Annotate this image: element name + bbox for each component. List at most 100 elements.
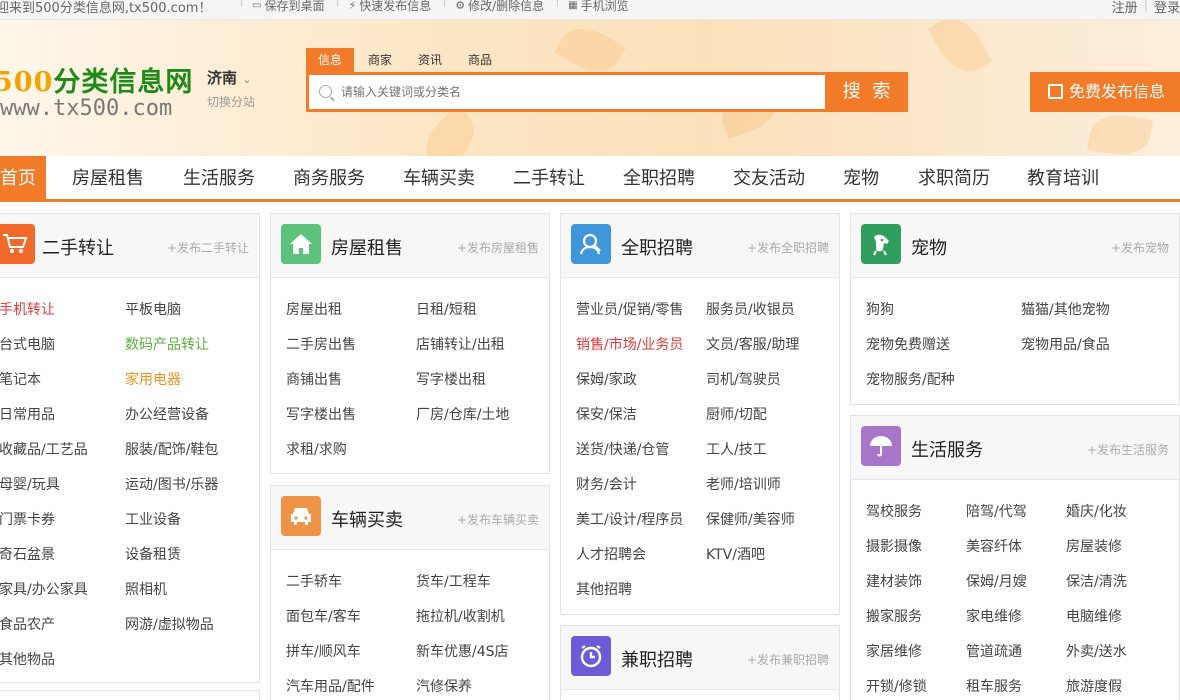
category-link[interactable]: 驾校服务	[866, 501, 922, 521]
category-link[interactable]: 保洁/清洗	[1066, 571, 1127, 591]
search-tab-merchant[interactable]: 商家	[356, 48, 404, 72]
post-link[interactable]: +发布宠物	[1111, 239, 1169, 256]
category-link[interactable]: 手机转让	[0, 299, 55, 319]
modify-delete-link[interactable]: ⚙ 修改/删除信息	[455, 0, 544, 14]
switch-city-link[interactable]: 切换分站	[207, 93, 255, 110]
category-link[interactable]: 司机/驾驶员	[706, 369, 781, 389]
category-link[interactable]: 送货/快递/仓管	[576, 439, 669, 459]
search-input[interactable]	[341, 81, 811, 103]
category-link[interactable]: 工人/技工	[706, 439, 767, 459]
category-link[interactable]: 日常用品	[0, 404, 55, 424]
category-link[interactable]: 笔记本	[0, 369, 41, 389]
category-link[interactable]: 设备租赁	[125, 544, 181, 564]
post-link[interactable]: +发布二手转让	[167, 239, 249, 256]
nav-secondhand[interactable]: 二手转让	[513, 156, 585, 199]
category-link[interactable]: 写字楼出租	[416, 369, 486, 389]
category-link[interactable]: 文员/客服/助理	[706, 334, 799, 354]
category-link[interactable]: 服务员/收银员	[706, 299, 795, 319]
category-link[interactable]: 数码产品转让	[125, 334, 209, 354]
category-link[interactable]: 汽修保养	[416, 676, 472, 696]
category-link[interactable]: 办公经营设备	[125, 404, 209, 424]
category-link[interactable]: 网游/虚拟物品	[125, 614, 214, 634]
category-link[interactable]: 汽车用品/配件	[286, 676, 375, 696]
category-link[interactable]: 二手轿车	[286, 571, 342, 591]
post-link[interactable]: +发布房屋租售	[457, 239, 539, 256]
category-link[interactable]: 摄影摄像	[866, 536, 922, 556]
category-link[interactable]: 求租/求购	[286, 439, 347, 459]
category-link[interactable]: 宠物用品/食品	[1021, 334, 1110, 354]
category-link[interactable]: 电脑维修	[1066, 606, 1122, 626]
category-link[interactable]: 门票卡券	[0, 509, 55, 529]
category-link[interactable]: 收藏品/工艺品	[0, 439, 88, 459]
category-link[interactable]: 工业设备	[125, 509, 181, 529]
category-link[interactable]: 台式电脑	[0, 334, 55, 354]
category-link[interactable]: 美容纤体	[966, 536, 1022, 556]
category-link[interactable]: 房屋装修	[1066, 536, 1122, 556]
save-desktop-link[interactable]: ▭ 保存到桌面	[252, 0, 324, 14]
category-link[interactable]: 拼车/顺风车	[286, 641, 361, 661]
category-link[interactable]: 食品农产	[0, 614, 55, 634]
category-link[interactable]: 销售/市场/业务员	[576, 334, 683, 354]
category-link[interactable]: 二手房出售	[286, 334, 356, 354]
publish-button[interactable]: 免费发布信息	[1030, 72, 1180, 112]
category-link[interactable]: 人才招聘会	[576, 544, 646, 564]
category-link[interactable]: 营业员/促销/零售	[576, 299, 683, 319]
category-link[interactable]: 租车服务	[966, 676, 1022, 696]
category-link[interactable]: 宠物免费赠送	[866, 334, 950, 354]
nav-education[interactable]: 教育培训	[1027, 156, 1099, 199]
nav-vehicle[interactable]: 车辆买卖	[403, 156, 475, 199]
category-link[interactable]: 家具/办公家具	[0, 579, 88, 599]
category-link[interactable]: 保健师/美容师	[706, 509, 795, 529]
nav-life[interactable]: 生活服务	[183, 156, 255, 199]
search-button[interactable]: 搜 索	[828, 72, 908, 112]
category-link[interactable]: 厂房/仓库/土地	[416, 404, 509, 424]
category-link[interactable]: 管道疏通	[966, 641, 1022, 661]
mobile-link[interactable]: ▦ 手机浏览	[568, 0, 628, 14]
post-link[interactable]: +发布全职招聘	[747, 239, 829, 256]
category-link[interactable]: 搬家服务	[866, 606, 922, 626]
category-link[interactable]: 商铺出售	[286, 369, 342, 389]
category-link[interactable]: 猫猫/其他宠物	[1021, 299, 1110, 319]
quick-post-link[interactable]: ⚡ 快速发布信息	[348, 0, 431, 14]
post-link[interactable]: +发布车辆买卖	[457, 511, 539, 528]
category-link[interactable]: 家居维修	[866, 641, 922, 661]
category-link[interactable]: 财务/会计	[576, 474, 637, 494]
category-link[interactable]: 家用电器	[125, 369, 181, 389]
category-link[interactable]: 厨师/切配	[706, 404, 767, 424]
category-link[interactable]: 狗狗	[866, 299, 894, 319]
nav-resume[interactable]: 求职简历	[918, 156, 990, 199]
post-link[interactable]: +发布生活服务	[1087, 441, 1169, 458]
category-link[interactable]: 外卖/送水	[1066, 641, 1127, 661]
nav-social[interactable]: 交友活动	[733, 156, 805, 199]
category-link[interactable]: 婚庆/化妆	[1066, 501, 1127, 521]
category-link[interactable]: 母婴/玩具	[0, 474, 60, 494]
post-link[interactable]: +发布兼职招聘	[747, 651, 829, 668]
category-link[interactable]: 其他物品	[0, 649, 55, 669]
category-link[interactable]: 照相机	[125, 579, 167, 599]
category-link[interactable]: 货车/工程车	[416, 571, 491, 591]
city-selector[interactable]: 济南 ⌄	[207, 67, 251, 88]
category-link[interactable]: 新车优惠/4S店	[416, 641, 509, 661]
category-link[interactable]: 保安/保洁	[576, 404, 637, 424]
register-link[interactable]: 注册	[1112, 0, 1138, 16]
category-link[interactable]: 宠物服务/配种	[866, 369, 955, 389]
site-logo[interactable]: 500分类信息网	[0, 60, 193, 99]
category-link[interactable]: 拖拉机/收割机	[416, 606, 505, 626]
login-link[interactable]: 登录	[1154, 0, 1180, 16]
category-link[interactable]: 建材装饰	[866, 571, 922, 591]
search-tab-info[interactable]: 信息	[306, 48, 355, 72]
category-link[interactable]: 服装/配饰/鞋包	[125, 439, 218, 459]
nav-house[interactable]: 房屋租售	[72, 156, 144, 199]
category-link[interactable]: 房屋出租	[286, 299, 342, 319]
category-link[interactable]: 老师/培训师	[706, 474, 781, 494]
category-link[interactable]: 平板电脑	[125, 299, 181, 319]
search-tab-news[interactable]: 资讯	[406, 48, 454, 72]
category-link[interactable]: 保姆/月嫂	[966, 571, 1027, 591]
category-link[interactable]: 旅游度假	[1066, 676, 1122, 696]
nav-pet[interactable]: 宠物	[843, 156, 879, 199]
category-link[interactable]: 其他招聘	[576, 579, 632, 599]
nav-home[interactable]: 首页	[0, 156, 46, 199]
category-link[interactable]: 美工/设计/程序员	[576, 509, 683, 529]
category-link[interactable]: 开锁/修锁	[866, 676, 927, 696]
nav-business[interactable]: 商务服务	[293, 156, 365, 199]
